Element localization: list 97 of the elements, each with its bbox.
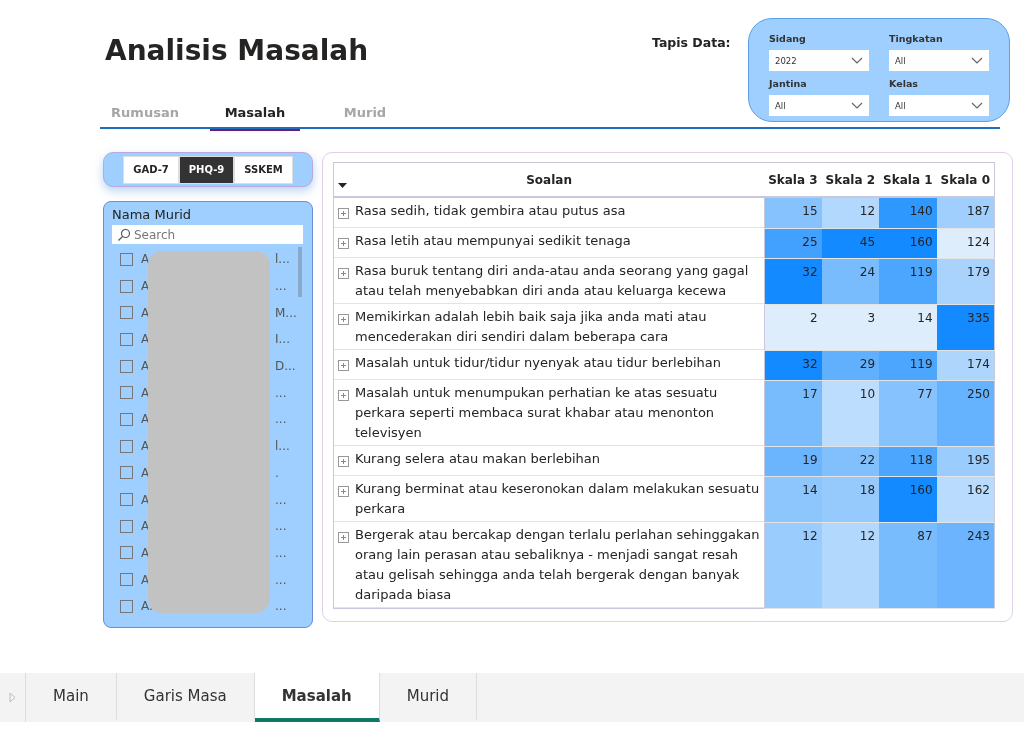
question-text: Kurang berminat atau keseronokan dalam melakukan sesuatu perkara	[355, 480, 760, 518]
checkbox[interactable]	[120, 573, 133, 587]
value-cell: 24	[821, 258, 880, 304]
value-cell: 25	[764, 228, 822, 258]
student-name-end: ...	[275, 412, 288, 427]
value-cell: 162	[936, 476, 995, 522]
question-text: Bergerak atau bercakap dengan terlalu perlahan sehinggakan orang lain perasan atau sebaliknya - menjadi sangat resah atau gelisah sehingga anda telah bergerak dengan banyak daripada biasa	[355, 526, 760, 604]
checkbox[interactable]	[120, 493, 133, 507]
checkbox[interactable]	[120, 359, 133, 373]
checkbox[interactable]	[120, 546, 133, 560]
value-cell: 2	[764, 304, 822, 350]
checkbox[interactable]	[120, 252, 133, 266]
student-name-end: l...	[275, 252, 291, 267]
value-cell: 29	[821, 350, 880, 380]
instrument-option[interactable]: PHQ-9	[178, 155, 235, 184]
value-cell: 19	[764, 446, 822, 476]
value-cell: 187	[936, 197, 995, 228]
student-name[interactable]: A	[141, 252, 150, 267]
value-cell: 32	[764, 258, 822, 304]
question-text: Masalah untuk menumpukan perhatian ke atas sesuatu perkara seperti membaca surat khabar atau menonton televisyen	[355, 384, 719, 442]
checkbox[interactable]	[120, 466, 133, 480]
value-cell: 32	[764, 350, 822, 380]
student-name-end: M...	[275, 305, 298, 320]
value-cell: 12	[821, 197, 880, 228]
value-cell: 119	[879, 258, 937, 304]
checkbox[interactable]	[120, 306, 133, 320]
value-cell: 179	[936, 258, 995, 304]
question-text: Kurang selera atau makan berlebihan	[355, 450, 601, 468]
student-name-end: ...	[275, 545, 288, 560]
question-text: Rasa letih atau mempunyai sedikit tenaga	[355, 232, 631, 250]
page-tab[interactable]: Masalah	[254, 673, 380, 722]
checkbox[interactable]	[120, 332, 133, 346]
value-cell: 335	[936, 304, 995, 350]
value-cell: 140	[879, 197, 937, 228]
question-text: Memikirkan adalah lebih baik saja jika anda mati atau mencederakan diri sendiri dalam beberapa cara	[355, 308, 708, 346]
value-cell: 160	[879, 228, 937, 258]
student-name-end: .	[275, 465, 280, 480]
question-text: Rasa sedih, tidak gembira atau putus asa	[355, 202, 626, 220]
student-name-end: D...	[275, 359, 297, 374]
filter-dropdown[interactable]: All	[889, 50, 989, 71]
value-cell: 243	[936, 522, 995, 609]
value-cell: 119	[879, 350, 937, 380]
value-cell: 12	[821, 522, 880, 609]
checkbox[interactable]	[120, 386, 133, 400]
question-text: Rasa buruk tentang diri anda-atau anda seorang yang gagal atau telah menyebabkan diri anda atau keluarga kecewa	[355, 262, 750, 300]
page-title: Analisis Masalah	[105, 34, 369, 67]
chevron-down-icon	[851, 101, 863, 110]
student-name-end: ...	[275, 519, 288, 534]
value-cell: 124	[936, 228, 995, 258]
student-name-end: I...	[275, 332, 291, 347]
checkbox[interactable]	[120, 279, 133, 293]
filter-dropdown[interactable]: All	[769, 95, 869, 116]
scrollbar[interactable]	[298, 247, 302, 297]
list-title: Nama Murid	[112, 207, 193, 224]
student-name-end: l...	[275, 439, 291, 454]
filter-label: Tapis Data:	[652, 35, 731, 50]
value-cell: 174	[936, 350, 995, 380]
filter-field-label: Jantina	[769, 78, 808, 91]
value-cell: 195	[936, 446, 995, 476]
value-cell: 14	[764, 476, 822, 522]
filter-field-label: Kelas	[889, 78, 919, 91]
student-name-end: ...	[275, 572, 288, 587]
student-name-end: ...	[275, 492, 288, 507]
student-name-end: ...	[275, 385, 288, 400]
value-cell: 14	[879, 304, 937, 350]
value-cell: 77	[879, 380, 937, 446]
instrument-option[interactable]: SSKEM	[234, 155, 293, 184]
instrument-option[interactable]: GAD-7	[123, 155, 179, 184]
value-cell: 250	[936, 380, 995, 446]
checkbox[interactable]	[120, 439, 133, 453]
student-name-end: ...	[275, 599, 288, 614]
chevron-down-icon	[851, 56, 863, 65]
search-field[interactable]: Search	[112, 225, 303, 244]
chevron-down-icon	[971, 56, 983, 65]
value-cell: 3	[821, 304, 880, 350]
checkbox[interactable]	[120, 599, 133, 613]
value-cell: 15	[764, 197, 822, 228]
filter-dropdown[interactable]: All	[889, 95, 989, 116]
value-cell: 118	[879, 446, 937, 476]
column-header[interactable]: Soalan	[526, 172, 572, 187]
student-name-end: ...	[275, 279, 288, 294]
chevron-down-icon	[971, 101, 983, 110]
value-cell: 45	[821, 228, 880, 258]
filter-dropdown[interactable]: 2022	[769, 50, 869, 71]
filter-field-label: Sidang	[769, 33, 807, 46]
value-cell: 17	[764, 380, 822, 446]
filter-field-label: Tingkatan	[889, 33, 944, 46]
checkbox[interactable]	[120, 412, 133, 426]
question-text: Masalah untuk tidur/tidur nyenyak atau tidur berlebihan	[355, 354, 722, 372]
value-cell: 160	[879, 476, 937, 522]
student-name[interactable]: A.	[141, 599, 153, 614]
value-cell: 22	[821, 446, 880, 476]
value-cell: 18	[821, 476, 880, 522]
value-cell: 12	[764, 522, 822, 609]
value-cell: 87	[879, 522, 937, 609]
checkbox[interactable]	[120, 519, 133, 533]
value-cell: 10	[821, 380, 880, 446]
